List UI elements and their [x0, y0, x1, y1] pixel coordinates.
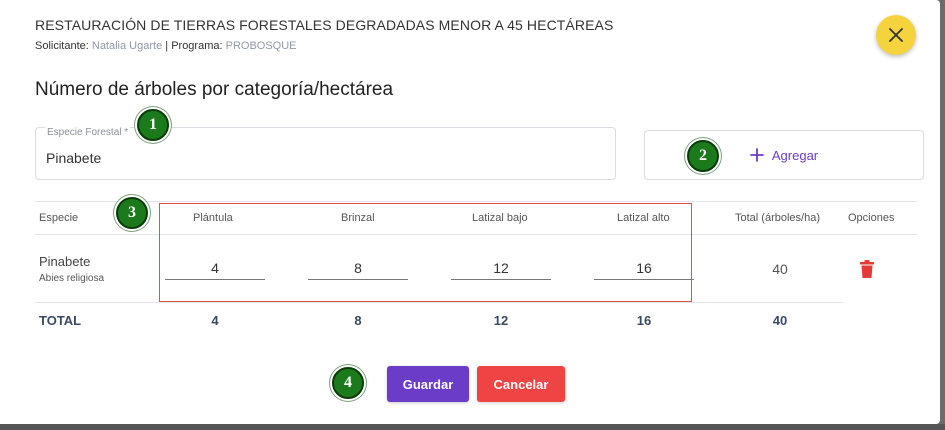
species-field[interactable]: Especie Forestal * Pinabete: [35, 127, 616, 180]
plus-icon: [749, 148, 764, 162]
total-plantula: 4: [211, 313, 219, 328]
close-icon: [889, 28, 903, 42]
header-opciones: Opciones: [848, 212, 895, 224]
dialog-subtitle: Solicitante: Natalia Ugarte | Programa: …: [35, 40, 297, 52]
total-overall: 40: [772, 313, 788, 328]
row-species-scientific: Abies religiosa: [39, 273, 105, 284]
add-species-label: Agregar: [771, 147, 819, 163]
cancel-button[interactable]: Cancelar: [477, 366, 565, 402]
row-species-name: Pinabete: [39, 254, 91, 269]
annotation-badge-3: 3: [116, 197, 148, 229]
save-button[interactable]: Guardar: [387, 366, 469, 402]
solicitante-value: Natalia Ugarte: [91, 40, 163, 52]
annotation-badge-2: 2: [687, 140, 719, 172]
annotation-highlight-box: [159, 203, 692, 302]
delete-row-button[interactable]: [860, 260, 874, 283]
annotation-badge-4: 4: [332, 367, 364, 399]
table-top-divider: [35, 201, 917, 202]
species-field-value: Pinabete: [46, 150, 102, 166]
header-total: Total (árboles/ha): [735, 212, 820, 224]
subtitle-separator: |: [165, 40, 169, 52]
total-latizal-alto: 16: [636, 313, 652, 328]
solicitante-label: Solicitante:: [35, 40, 89, 52]
programa-value: PROBOSQUE: [225, 40, 297, 52]
modal-dialog: RESTAURACIÓN DE TIERRAS FORESTALES DEGRA…: [0, 0, 940, 424]
row-total: 40: [772, 261, 788, 277]
dialog-title: RESTAURACIÓN DE TIERRAS FORESTALES DEGRA…: [35, 17, 614, 33]
header-especie: Especie: [39, 212, 79, 224]
section-title: Número de árboles por categoría/hectárea: [35, 79, 394, 100]
totals-label: TOTAL: [39, 313, 82, 328]
programa-label: Programa:: [171, 40, 223, 52]
table-row-divider: [35, 302, 843, 303]
trash-icon: [860, 260, 874, 278]
annotation-badge-1: 1: [137, 109, 169, 141]
total-latizal-bajo: 12: [493, 313, 509, 328]
add-species-button[interactable]: Agregar: [644, 130, 924, 180]
close-button[interactable]: [876, 15, 916, 55]
species-field-label: Especie Forestal *: [45, 127, 131, 138]
backdrop-bottom: [0, 424, 945, 430]
total-brinzal: 8: [354, 313, 362, 328]
